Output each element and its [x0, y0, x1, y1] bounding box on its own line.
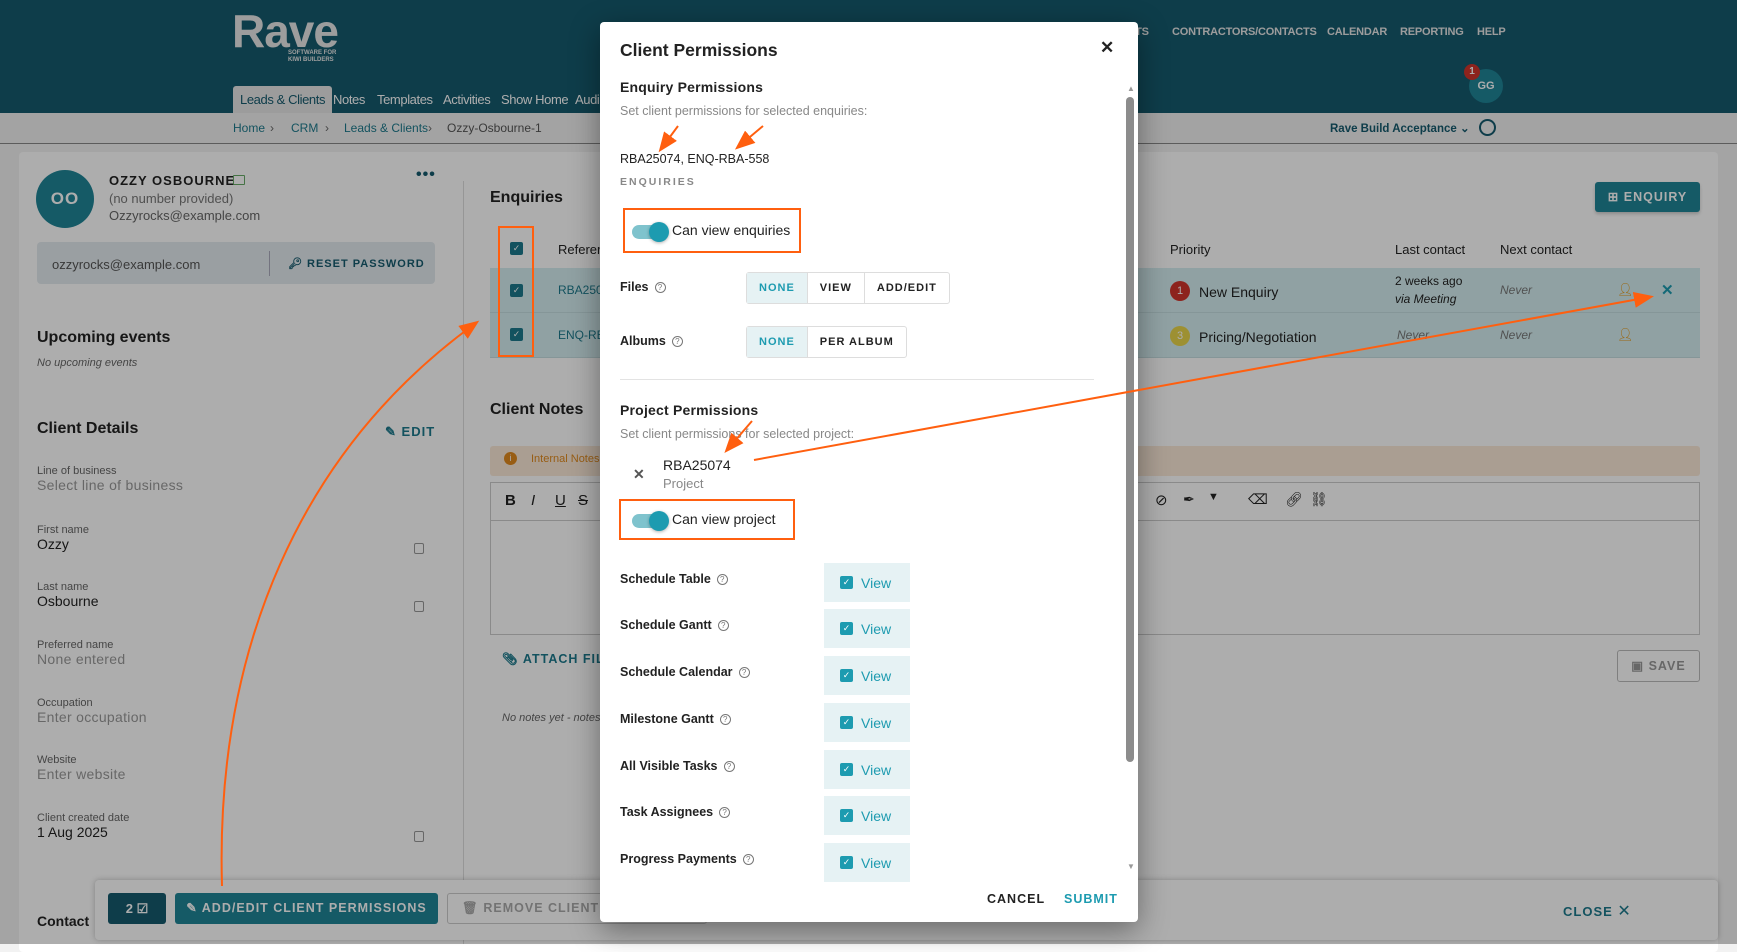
annotation-arrow	[724, 420, 753, 454]
annotation-arrow	[658, 125, 679, 153]
annotation-arrow	[220, 320, 480, 887]
annotation-arrow	[753, 291, 1654, 461]
annotation-arrow	[734, 125, 764, 150]
annotation-arrows	[220, 125, 1654, 887]
